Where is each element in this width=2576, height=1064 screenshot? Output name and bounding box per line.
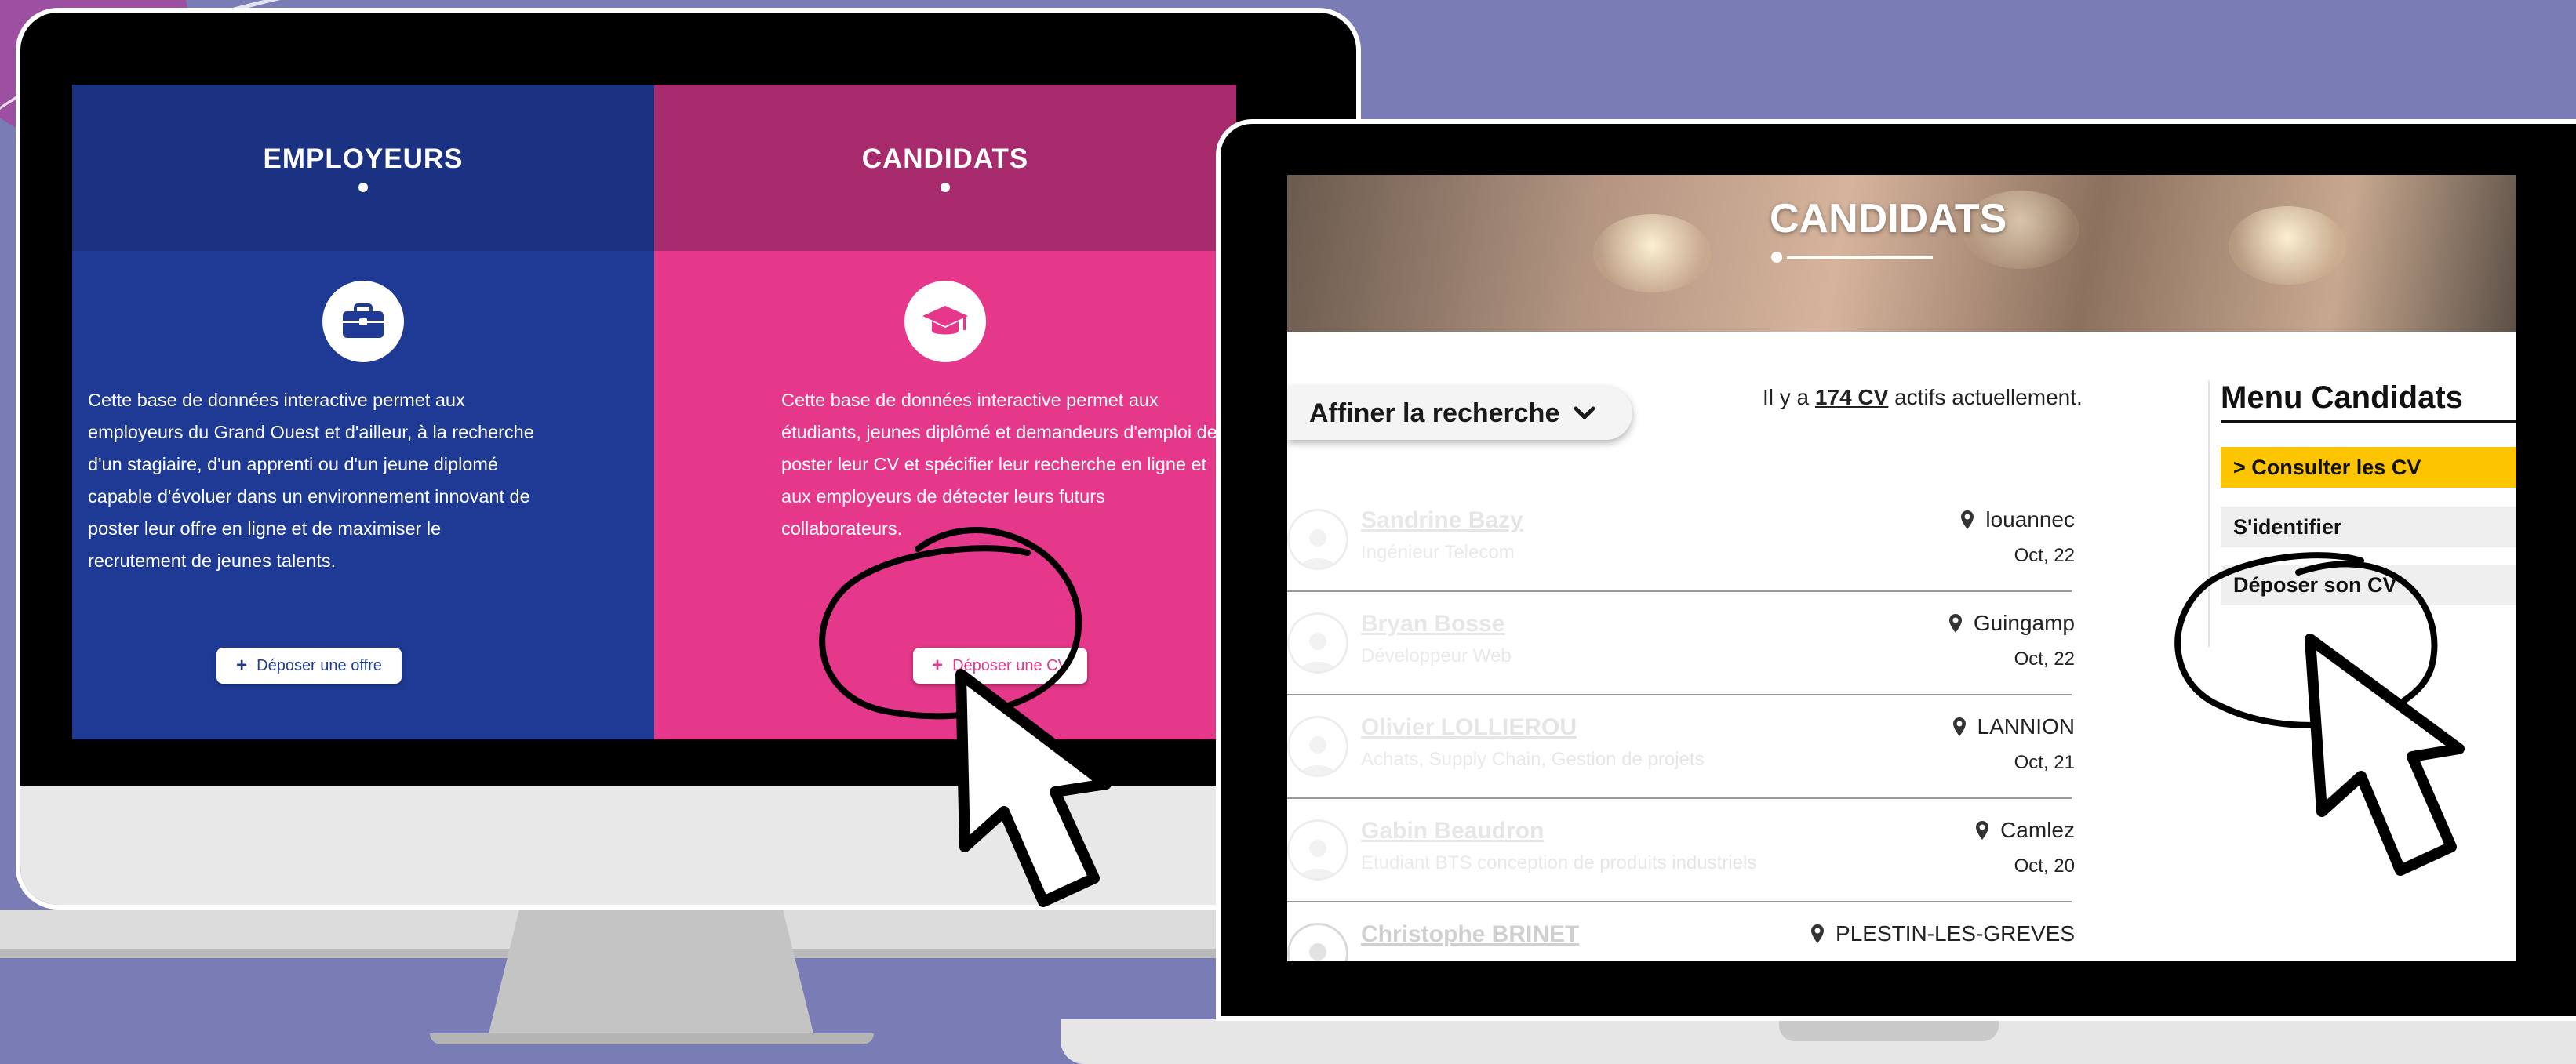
hero-title-dot — [1771, 252, 1782, 263]
title-dot — [941, 183, 950, 192]
candidate-date: Oct, 21 — [2014, 752, 2075, 773]
avatar — [1287, 716, 1348, 777]
menu-item-consulter-cv[interactable]: > Consulter les CV — [2221, 447, 2516, 488]
affiner-recherche-label: Affiner la recherche — [1309, 398, 1560, 428]
deposer-offre-label: Déposer une offre — [257, 656, 382, 674]
candidate-location-text: LANNION — [1977, 714, 2075, 739]
menu-item-sidentifier[interactable]: S'identifier — [2221, 507, 2516, 547]
lightbulb-image — [1593, 214, 1711, 292]
menu-title: Menu Candidats — [2221, 380, 2516, 423]
avatar — [1287, 819, 1348, 881]
candidate-job: Développeur Web — [1361, 645, 1512, 666]
hero-title: CANDIDATS — [1770, 196, 2007, 241]
list-item[interactable]: Gabin Beaudron Etudiant BTS conception d… — [1287, 799, 2075, 902]
affiner-recherche-button[interactable]: Affiner la recherche — [1287, 387, 1632, 440]
candidate-location-text: Camlez — [2000, 818, 2075, 842]
cv-count-text: Il y a 174 CV actifs actuellement. — [1763, 385, 2083, 410]
map-pin-icon — [1952, 717, 1966, 736]
candidate-name[interactable]: Gabin Beaudron — [1361, 818, 1544, 844]
candidats-header: CANDIDATS — [654, 85, 1236, 251]
map-pin-icon — [1811, 924, 1825, 943]
desktop-screen: EMPLOYEURS Cette base de données interac… — [72, 85, 1236, 739]
candidate-name[interactable]: Sandrine Bazy — [1361, 507, 1523, 534]
avatar — [1287, 923, 1348, 961]
graduation-cap-icon — [904, 281, 986, 362]
list-item[interactable]: Sandrine Bazy Ingénieur Telecom louannec… — [1287, 488, 2075, 592]
plus-icon: + — [236, 655, 248, 676]
monitor-chin — [20, 786, 1356, 905]
cv-count-prefix: Il y a — [1763, 385, 1815, 409]
employeurs-description: Cette base de données interactive permet… — [88, 390, 534, 571]
candidate-name[interactable]: Bryan Bosse — [1361, 611, 1504, 637]
laptop-screen: CANDIDATS Affiner la recherche Il y a 17… — [1287, 175, 2516, 961]
employeurs-panel: EMPLOYEURS Cette base de données interac… — [72, 85, 654, 739]
candidate-location: PLESTIN-LES-GREVES — [1810, 921, 2075, 946]
desktop-monitor: EMPLOYEURS Cette base de données interac… — [16, 8, 1361, 910]
menu-candidats: Menu Candidats > Consulter les CV S'iden… — [2221, 380, 2516, 605]
candidate-name[interactable]: Olivier LOLLIEROU — [1361, 714, 1577, 741]
avatar — [1287, 612, 1348, 674]
row-fade-overlay — [1287, 592, 1761, 694]
candidats-panel: CANDIDATS Cette base de données interact… — [654, 85, 1236, 739]
map-pin-icon — [1948, 614, 1962, 633]
list-item[interactable]: Olivier LOLLIEROU Achats, Supply Chain, … — [1287, 695, 2075, 799]
row-fade-overlay — [1287, 695, 1761, 797]
title-dot — [358, 183, 368, 192]
monitor-stand — [486, 910, 816, 1043]
deposer-offre-button[interactable]: + Déposer une offre — [216, 648, 402, 684]
hero-banner: CANDIDATS — [1287, 175, 2516, 332]
lightbulb-image — [2229, 206, 2346, 285]
candidats-description: Cette base de données interactive permet… — [781, 390, 1217, 539]
employeurs-title: EMPLOYEURS — [263, 143, 464, 174]
deposer-cv-button[interactable]: + Déposer une CV — [913, 648, 1087, 684]
laptop-notch — [1779, 1019, 1999, 1041]
avatar — [1287, 509, 1348, 570]
cv-count-suffix: actifs actuellement. — [1888, 385, 2083, 409]
hero-title-underline — [1787, 256, 1933, 259]
chevron-down-icon — [1574, 406, 1595, 419]
candidate-date: Oct, 22 — [2014, 648, 2075, 670]
candidate-location-text: louannec — [1985, 507, 2075, 532]
monitor-stand-foot — [430, 1033, 874, 1044]
cv-count-link[interactable]: 174 CV — [1815, 385, 1888, 409]
candidate-location: louannec — [1960, 507, 2075, 532]
candidate-location-text: PLESTIN-LES-GREVES — [1836, 921, 2075, 946]
candidate-job: Achats, Supply Chain, Gestion de projets — [1361, 749, 1705, 770]
plus-icon: + — [932, 655, 944, 676]
candidate-date: Oct, 20 — [2014, 855, 2075, 877]
candidate-date: Oct, 22 — [2014, 545, 2075, 566]
candidate-location: Guingamp — [1948, 611, 2075, 636]
row-fade-overlay — [1287, 799, 1761, 901]
employeurs-header: EMPLOYEURS — [72, 85, 654, 251]
candidate-job: Ingénieur Telecom — [1361, 542, 1515, 563]
candidate-location: LANNION — [1952, 714, 2075, 739]
map-pin-icon — [1976, 821, 1989, 840]
candidate-job: Etudiant BTS conception de produits indu… — [1361, 852, 1757, 873]
row-fade-overlay — [1287, 488, 1761, 590]
deposer-cv-label: Déposer une CV — [952, 656, 1068, 674]
map-pin-icon — [1961, 510, 1974, 529]
candidate-list: Sandrine Bazy Ingénieur Telecom louannec… — [1287, 488, 2075, 961]
candidate-location: Camlez — [1975, 818, 2075, 843]
list-item[interactable]: Bryan Bosse Développeur Web Guingamp Oct… — [1287, 592, 2075, 695]
candidats-title: CANDIDATS — [861, 143, 1029, 174]
menu-item-deposer-cv[interactable]: Déposer son CV — [2221, 565, 2516, 605]
list-item[interactable]: Christophe BRINET PLESTIN-LES-GREVES — [1287, 902, 2075, 961]
menu-divider — [2208, 380, 2210, 647]
candidate-name[interactable]: Christophe BRINET — [1361, 921, 1579, 948]
briefcase-icon — [322, 281, 404, 362]
candidate-location-text: Guingamp — [1973, 611, 2075, 635]
